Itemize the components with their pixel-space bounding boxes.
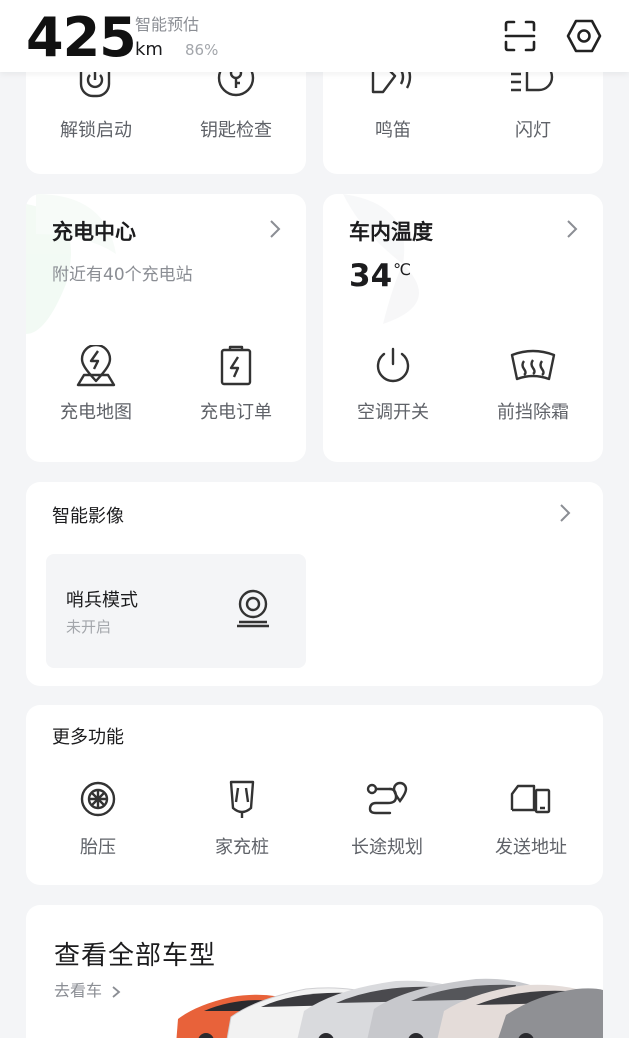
ac-toggle-label: 空调开关: [357, 402, 429, 423]
chevron-right-icon[interactable]: [565, 218, 579, 240]
send-address-icon: [466, 777, 596, 821]
vehicle-control-page: 425 智能预估 km 86% 解锁启动 钥匙检查 鸣笛 闪灯 充电中心 附近有…: [0, 0, 629, 1038]
settings-hex-icon[interactable]: [564, 14, 604, 58]
send-address-label: 发送地址: [495, 837, 567, 858]
sentry-mode-title: 哨兵模式: [66, 590, 138, 611]
tire-pressure-button[interactable]: 胎压: [33, 777, 163, 859]
range-header: 425 智能预估 km 86%: [0, 0, 629, 72]
cabin-temperature-title: 车内温度: [349, 220, 433, 244]
chevron-right-icon[interactable]: [268, 218, 282, 240]
all-models-title: 查看全部车型: [54, 941, 217, 971]
temperature-value: 34: [349, 258, 393, 294]
route-planning-button[interactable]: 长途规划: [322, 777, 452, 859]
home-charger-icon: [177, 777, 307, 821]
chevron-right-icon: [112, 985, 121, 998]
all-models-card[interactable]: 查看全部车型 去看车: [26, 905, 603, 1038]
charging-map-icon: [36, 344, 156, 388]
sentry-mode-status: 未开启: [66, 618, 112, 636]
route-planning-label: 长途规划: [351, 837, 423, 858]
power-icon: [333, 344, 453, 388]
nearby-stations-text: 附近有40个充电站: [52, 265, 193, 285]
range-estimate-label: 智能预估: [135, 15, 200, 34]
more-functions-card: 更多功能 胎压 家充桩 长途规划 发送地址: [26, 705, 603, 885]
front-defrost-label: 前挡除霜: [497, 402, 569, 423]
battery-percentage: 86%: [185, 41, 219, 59]
range-unit: km: [135, 39, 163, 60]
view-cars-label: 去看车: [54, 981, 103, 1000]
route-icon: [322, 777, 452, 821]
chevron-right-icon[interactable]: [558, 502, 572, 524]
charging-order-button[interactable]: 充电订单: [176, 344, 296, 424]
charging-order-label: 充电订单: [200, 402, 272, 423]
tire-icon: [33, 777, 163, 821]
charging-order-icon: [176, 344, 296, 388]
cabin-temperature-card[interactable]: 车内温度 34℃ 空调开关 前挡除霜: [323, 194, 603, 462]
camera-icon: [234, 588, 272, 632]
home-charger-button[interactable]: 家充桩: [177, 777, 307, 859]
ac-toggle-button[interactable]: 空调开关: [333, 344, 453, 424]
smart-imaging-title: 智能影像: [52, 506, 124, 527]
charging-map-button[interactable]: 充电地图: [36, 344, 156, 424]
front-defrost-button[interactable]: 前挡除霜: [473, 344, 593, 424]
temperature-unit: ℃: [393, 260, 412, 279]
car-lineup-image: [176, 978, 603, 1038]
charging-center-card[interactable]: 充电中心 附近有40个充电站 充电地图 充电订单: [26, 194, 306, 462]
unlock-start-label[interactable]: 解锁启动: [36, 116, 156, 142]
charging-map-label: 充电地图: [60, 402, 132, 423]
range-value: 425: [26, 6, 137, 69]
charging-center-title: 充电中心: [52, 220, 136, 244]
defrost-icon: [473, 344, 593, 388]
more-functions-title: 更多功能: [52, 727, 124, 748]
flash-lights-label[interactable]: 闪灯: [473, 116, 593, 142]
key-check-label[interactable]: 钥匙检查: [176, 116, 296, 142]
tire-pressure-label: 胎压: [80, 837, 116, 858]
horn-label[interactable]: 鸣笛: [333, 116, 453, 142]
view-cars-link[interactable]: 去看车: [54, 977, 121, 1001]
smart-imaging-card: 智能影像 哨兵模式 未开启: [26, 482, 603, 686]
scan-icon[interactable]: [500, 14, 540, 58]
temperature-reading: 34℃: [349, 258, 411, 294]
send-address-button[interactable]: 发送地址: [466, 777, 596, 859]
sentry-mode-tile[interactable]: 哨兵模式 未开启: [46, 554, 306, 668]
home-charger-label: 家充桩: [215, 837, 269, 858]
